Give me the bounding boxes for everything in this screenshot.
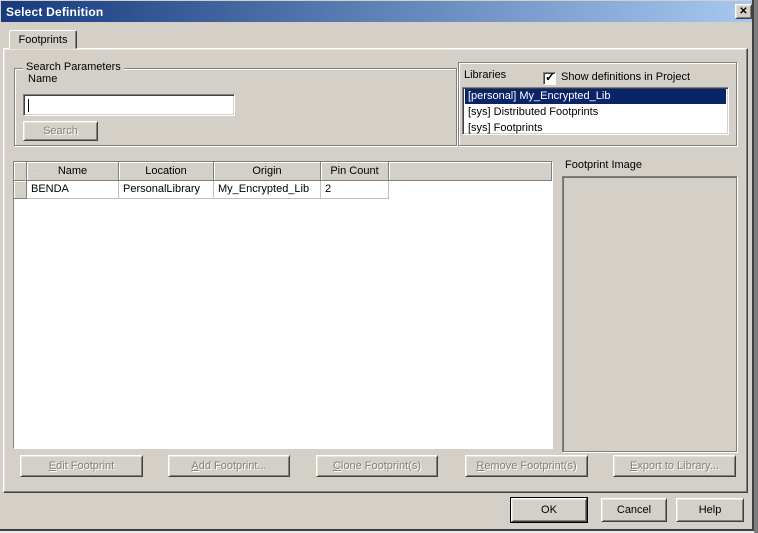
show-definitions-checkbox-label[interactable]: Show definitions in Project (561, 71, 690, 83)
window-edge-right-gray (754, 0, 758, 533)
export-to-library-label: Export to Library... (614, 460, 735, 472)
ok-button-label: OK (512, 504, 586, 516)
table-header-row: △ Name Location Origin Pin Count (14, 162, 552, 181)
tab-footprints[interactable]: Footprints (9, 30, 77, 49)
checkmark-icon: ✓ (545, 70, 555, 84)
tab-footprints-label: Footprints (19, 34, 68, 46)
libraries-listbox: [personal] My_Encrypted_Lib [sys] Distri… (462, 87, 729, 135)
cell-filler (389, 181, 552, 199)
header-name-label: Name (58, 165, 87, 177)
cancel-button-label: Cancel (602, 504, 666, 516)
add-footprint-label: Add Footprint... (169, 460, 289, 472)
show-definitions-checkbox[interactable]: ✓ (543, 72, 556, 85)
cancel-button[interactable]: Cancel (601, 498, 667, 522)
header-location-label: Location (145, 165, 187, 177)
window-title: Select Definition (1, 5, 103, 19)
cell-location[interactable]: PersonalLibrary (119, 181, 214, 199)
cell-pin-count[interactable]: 2 (321, 181, 389, 199)
remove-footprint-label: Remove Footprint(s) (466, 460, 587, 472)
remove-footprint-button[interactable]: Remove Footprint(s) (465, 455, 588, 477)
ok-button[interactable]: OK (511, 498, 587, 522)
search-button[interactable]: Search (23, 121, 98, 141)
close-icon: ✕ (739, 6, 747, 17)
edit-footprint-button[interactable]: Edit Footprint (20, 455, 143, 477)
header-cell-name[interactable]: △ Name (27, 162, 119, 181)
table-empty-area (14, 199, 552, 448)
clone-footprint-button[interactable]: Clone Footprint(s) (316, 455, 438, 477)
help-button[interactable]: Help (676, 498, 744, 522)
export-to-library-button[interactable]: Export to Library... (613, 455, 736, 477)
footprint-image-label: Footprint Image (565, 159, 642, 171)
name-input-box (23, 94, 235, 116)
header-pin-count-label: Pin Count (330, 165, 378, 177)
name-label: Name (28, 73, 57, 85)
library-list-item[interactable]: [sys] Distributed Footprints (465, 105, 726, 120)
add-footprint-button[interactable]: Add Footprint... (168, 455, 290, 477)
row-selector-cell[interactable] (14, 181, 27, 199)
cell-name[interactable]: BENDA (27, 181, 119, 199)
library-list-item[interactable]: [sys] Footprints (465, 121, 726, 135)
sort-ascending-icon: △ (33, 162, 41, 180)
header-cell-filler (389, 162, 552, 181)
screen: Select Definition ✕ Footprints Search Pa… (0, 0, 758, 533)
table-row[interactable]: BENDA PersonalLibrary My_Encrypted_Lib 2 (14, 181, 552, 199)
libraries-label: Libraries (464, 69, 506, 81)
footprint-image-panel (562, 176, 737, 452)
library-list-item[interactable]: [personal] My_Encrypted_Lib (465, 89, 726, 104)
help-button-label: Help (677, 504, 743, 516)
name-input[interactable] (27, 98, 231, 113)
edit-footprint-label: Edit Footprint (21, 460, 142, 472)
search-button-label: Search (24, 125, 97, 137)
header-cell-origin[interactable]: Origin (214, 162, 321, 181)
definitions-table: △ Name Location Origin Pin Count BENDA P… (13, 161, 553, 449)
header-cell-selector (14, 162, 27, 181)
cell-origin[interactable]: My_Encrypted_Lib (214, 181, 321, 199)
clone-footprint-label: Clone Footprint(s) (317, 460, 437, 472)
header-cell-pin-count[interactable]: Pin Count (321, 162, 389, 181)
titlebar: Select Definition (1, 1, 752, 22)
header-origin-label: Origin (252, 165, 281, 177)
header-cell-location[interactable]: Location (119, 162, 214, 181)
close-button[interactable]: ✕ (735, 4, 752, 19)
search-parameters-group-label: Search Parameters (23, 61, 124, 73)
